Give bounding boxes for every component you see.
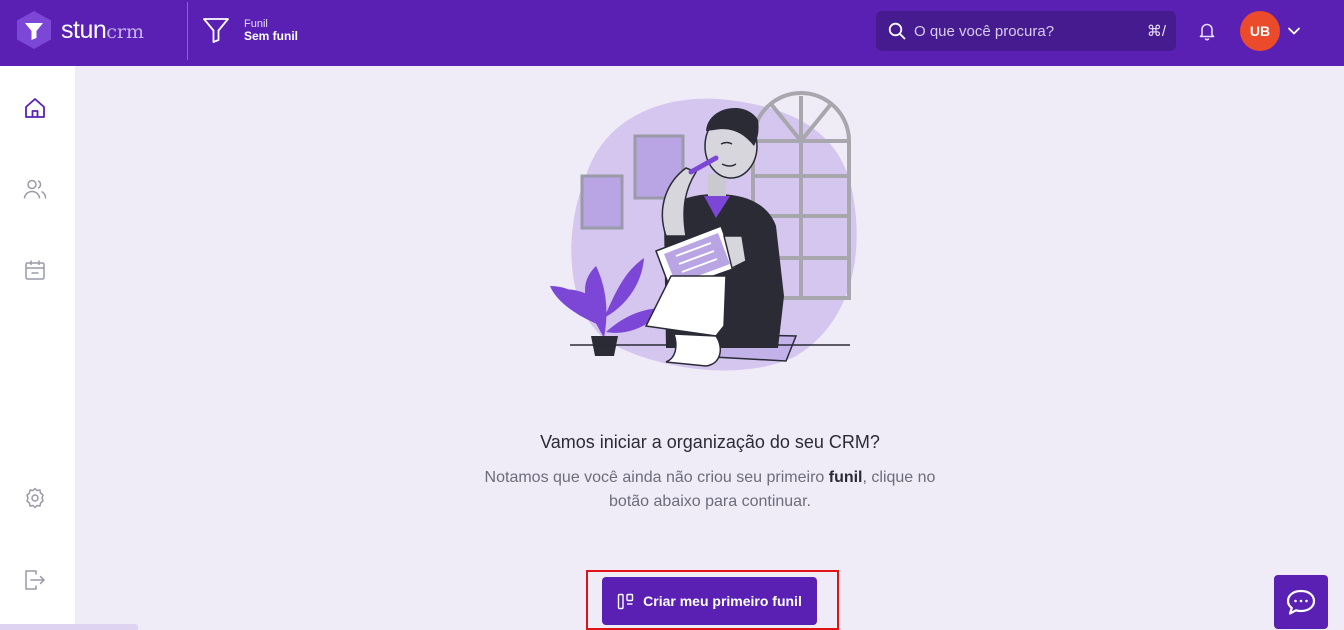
bell-icon [1199,23,1215,41]
logout-icon [25,570,45,590]
sidebar-item-home[interactable] [23,96,47,120]
sidebar-item-logout[interactable] [23,568,47,592]
empty-state-description: Notamos que você ainda não criou seu pri… [484,469,936,510]
search-input[interactable] [914,22,1147,40]
sidebar [0,66,75,630]
funnel-icon [203,18,229,43]
chat-button[interactable] [1274,575,1328,629]
search-box[interactable]: ⌘/ [876,11,1176,51]
gear-icon [26,487,44,509]
sidebar-item-contacts[interactable] [23,177,47,201]
empty-state-illustration [550,91,857,371]
logo-text: stuncrm [61,15,145,44]
avatar[interactable]: UB [1240,11,1280,51]
sidebar-item-settings[interactable] [23,486,47,510]
chevron-down-icon[interactable] [1287,24,1301,43]
search-icon [888,22,906,40]
funnel-selector[interactable]: Funil Sem funil [202,16,298,44]
sidebar-item-calendar[interactable] [23,258,47,282]
create-funnel-button[interactable]: Criar meu primeiro funil [602,577,817,625]
top-bar: stuncrm Funil Sem funil ⌘/ UB [0,0,1344,66]
users-icon [23,179,47,199]
home-icon [25,98,45,118]
sidebar-bottom-strip [0,624,138,630]
logo[interactable]: stuncrm [14,10,144,50]
header-divider [187,2,188,60]
logo-badge-icon [17,11,51,49]
create-funnel-button-label: Criar meu primeiro funil [643,593,802,609]
funnel-value: Sem funil [244,29,299,43]
chat-bubble-icon [1286,589,1316,615]
search-shortcut: ⌘/ [1146,23,1166,40]
notifications-button[interactable] [1198,21,1216,46]
kanban-icon [617,593,634,609]
empty-state-description-bold: funil [828,469,863,486]
empty-state-title: Vamos iniciar a organização do seu CRM? [540,432,880,452]
calendar-icon [25,260,45,280]
